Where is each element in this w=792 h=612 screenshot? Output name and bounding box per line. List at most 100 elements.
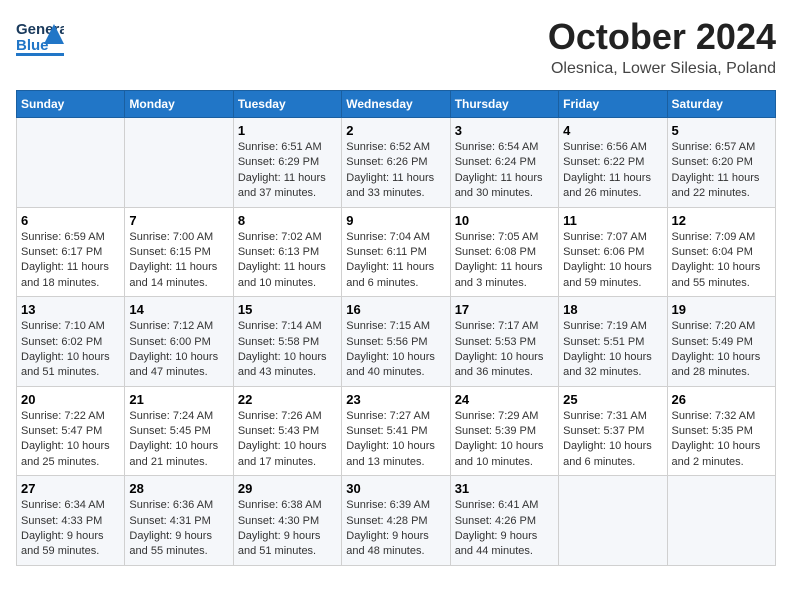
cell-content: Sunrise: 6:41 AM Sunset: 4:26 PM Dayligh… [455, 498, 554, 560]
cell-content: Sunrise: 7:15 AM Sunset: 5:56 PM Dayligh… [346, 319, 445, 381]
calendar-cell: 5Sunrise: 6:57 AM Sunset: 6:20 PM Daylig… [667, 118, 775, 208]
calendar-cell [559, 476, 667, 566]
calendar-cell: 28Sunrise: 6:36 AM Sunset: 4:31 PM Dayli… [125, 476, 233, 566]
cell-content: Sunrise: 6:54 AM Sunset: 6:24 PM Dayligh… [455, 140, 554, 202]
day-number: 25 [563, 392, 662, 407]
cell-content: Sunrise: 7:09 AM Sunset: 6:04 PM Dayligh… [672, 230, 771, 292]
calendar-cell: 31 Sunrise: 6:41 AM Sunset: 4:26 PM Dayli… [450, 476, 558, 566]
day-number: 14 [129, 302, 228, 317]
calendar-cell [667, 476, 775, 566]
cell-content: Sunrise: 7:10 AM Sunset: 6:02 PM Dayligh… [21, 319, 120, 381]
week-row-1: 1Sunrise: 6:51 AM Sunset: 6:29 PM Daylig… [17, 118, 776, 208]
cell-content: Sunrise: 7:12 AM Sunset: 6:00 PM Dayligh… [129, 319, 228, 381]
cell-content: Sunrise: 7:19 AM Sunset: 5:51 PM Dayligh… [563, 319, 662, 381]
calendar-cell: 15 Sunrise: 7:14 AM Sunset: 5:58 PM Dayli… [233, 297, 341, 387]
calendar-cell: 27 Sunrise: 6:34 AM Sunset: 4:33 PM Dayli… [17, 476, 125, 566]
title-block: October 2024 Olesnica, Lower Silesia, Po… [548, 16, 776, 78]
calendar-cell: 4 Sunrise: 6:56 AM Sunset: 6:22 PM Daylig… [559, 118, 667, 208]
cell-content: Sunrise: 7:22 AM Sunset: 5:47 PM Dayligh… [21, 409, 120, 471]
calendar-cell: 24Sunrise: 7:29 AM Sunset: 5:39 PM Dayli… [450, 386, 558, 476]
calendar-cell: 13 Sunrise: 7:10 AM Sunset: 6:02 PM Dayli… [17, 297, 125, 387]
cell-content: Sunrise: 7:00 AM Sunset: 6:15 PM Dayligh… [129, 230, 228, 292]
logo-icon: General Blue [16, 16, 64, 60]
calendar-table: SundayMondayTuesdayWednesdayThursdayFrid… [16, 90, 776, 566]
cell-content: Sunrise: 6:38 AM Sunset: 4:30 PM Dayligh… [238, 498, 337, 560]
svg-text:Blue: Blue [16, 37, 49, 54]
day-number: 18 [563, 302, 662, 317]
cell-content: Sunrise: 7:32 AM Sunset: 5:35 PM Dayligh… [672, 409, 771, 471]
cell-content: Sunrise: 7:26 AM Sunset: 5:43 PM Dayligh… [238, 409, 337, 471]
cell-content: Sunrise: 6:59 AM Sunset: 6:17 PM Dayligh… [21, 230, 120, 292]
calendar-cell: 7 Sunrise: 7:00 AM Sunset: 6:15 PM Daylig… [125, 207, 233, 297]
calendar-cell: 10 Sunrise: 7:05 AM Sunset: 6:08 PM Dayli… [450, 207, 558, 297]
day-number: 23 [346, 392, 445, 407]
calendar-cell: 19 Sunrise: 7:20 AM Sunset: 5:49 PM Dayli… [667, 297, 775, 387]
cell-content: Sunrise: 7:20 AM Sunset: 5:49 PM Dayligh… [672, 319, 771, 381]
day-number: 12 [672, 213, 771, 228]
header-cell-sunday: Sunday [17, 91, 125, 118]
calendar-cell: 21 Sunrise: 7:24 AM Sunset: 5:45 PM Dayli… [125, 386, 233, 476]
calendar-cell: 23 Sunrise: 7:27 AM Sunset: 5:41 PM Dayli… [342, 386, 450, 476]
day-number: 27 [21, 481, 120, 496]
week-row-4: 20Sunrise: 7:22 AM Sunset: 5:47 PM Dayli… [17, 386, 776, 476]
day-number: 6 [21, 213, 120, 228]
day-number: 29 [238, 481, 337, 496]
calendar-cell: 20Sunrise: 7:22 AM Sunset: 5:47 PM Dayli… [17, 386, 125, 476]
cell-content: Sunrise: 6:51 AM Sunset: 6:29 PM Dayligh… [238, 140, 337, 202]
day-number: 4 [563, 123, 662, 138]
day-number: 26 [672, 392, 771, 407]
month-title: October 2024 [548, 16, 776, 58]
calendar-cell: 12 Sunrise: 7:09 AM Sunset: 6:04 PM Dayli… [667, 207, 775, 297]
calendar-cell: 6 Sunrise: 6:59 AM Sunset: 6:17 PM Daylig… [17, 207, 125, 297]
calendar-cell: 8Sunrise: 7:02 AM Sunset: 6:13 PM Daylig… [233, 207, 341, 297]
week-row-5: 27 Sunrise: 6:34 AM Sunset: 4:33 PM Dayli… [17, 476, 776, 566]
cell-content: Sunrise: 6:52 AM Sunset: 6:26 PM Dayligh… [346, 140, 445, 202]
calendar-cell [17, 118, 125, 208]
day-number: 10 [455, 213, 554, 228]
day-number: 11 [563, 213, 662, 228]
day-number: 21 [129, 392, 228, 407]
day-number: 15 [238, 302, 337, 317]
day-number: 16 [346, 302, 445, 317]
day-number: 31 [455, 481, 554, 496]
cell-content: Sunrise: 7:17 AM Sunset: 5:53 PM Dayligh… [455, 319, 554, 381]
calendar-cell: 18 Sunrise: 7:19 AM Sunset: 5:51 PM Dayli… [559, 297, 667, 387]
cell-content: Sunrise: 7:27 AM Sunset: 5:41 PM Dayligh… [346, 409, 445, 471]
header-cell-monday: Monday [125, 91, 233, 118]
header-cell-wednesday: Wednesday [342, 91, 450, 118]
header-cell-friday: Friday [559, 91, 667, 118]
day-number: 9 [346, 213, 445, 228]
calendar-cell: 30 Sunrise: 6:39 AM Sunset: 4:28 PM Dayli… [342, 476, 450, 566]
day-number: 30 [346, 481, 445, 496]
cell-content: Sunrise: 6:34 AM Sunset: 4:33 PM Dayligh… [21, 498, 120, 560]
calendar-cell: 14 Sunrise: 7:12 AM Sunset: 6:00 PM Dayli… [125, 297, 233, 387]
cell-content: Sunrise: 7:05 AM Sunset: 6:08 PM Dayligh… [455, 230, 554, 292]
location-title: Olesnica, Lower Silesia, Poland [548, 60, 776, 78]
page-header: General Blue October 2024 Olesnica, Lowe… [16, 16, 776, 78]
cell-content: Sunrise: 6:56 AM Sunset: 6:22 PM Dayligh… [563, 140, 662, 202]
cell-content: Sunrise: 7:14 AM Sunset: 5:58 PM Dayligh… [238, 319, 337, 381]
cell-content: Sunrise: 7:24 AM Sunset: 5:45 PM Dayligh… [129, 409, 228, 471]
calendar-cell: 29 Sunrise: 6:38 AM Sunset: 4:30 PM Dayli… [233, 476, 341, 566]
day-number: 13 [21, 302, 120, 317]
calendar-cell: 3Sunrise: 6:54 AM Sunset: 6:24 PM Daylig… [450, 118, 558, 208]
cell-content: Sunrise: 7:31 AM Sunset: 5:37 PM Dayligh… [563, 409, 662, 471]
header-cell-saturday: Saturday [667, 91, 775, 118]
day-number: 17 [455, 302, 554, 317]
day-number: 28 [129, 481, 228, 496]
week-row-2: 6 Sunrise: 6:59 AM Sunset: 6:17 PM Daylig… [17, 207, 776, 297]
calendar-cell: 2 Sunrise: 6:52 AM Sunset: 6:26 PM Daylig… [342, 118, 450, 208]
day-number: 7 [129, 213, 228, 228]
calendar-cell: 26 Sunrise: 7:32 AM Sunset: 5:35 PM Dayli… [667, 386, 775, 476]
day-number: 24 [455, 392, 554, 407]
calendar-cell: 25 Sunrise: 7:31 AM Sunset: 5:37 PM Dayli… [559, 386, 667, 476]
day-number: 2 [346, 123, 445, 138]
day-number: 8 [238, 213, 337, 228]
cell-content: Sunrise: 7:07 AM Sunset: 6:06 PM Dayligh… [563, 230, 662, 292]
day-number: 5 [672, 123, 771, 138]
calendar-cell: 11 Sunrise: 7:07 AM Sunset: 6:06 PM Dayli… [559, 207, 667, 297]
cell-content: Sunrise: 6:39 AM Sunset: 4:28 PM Dayligh… [346, 498, 445, 560]
day-number: 19 [672, 302, 771, 317]
header-cell-tuesday: Tuesday [233, 91, 341, 118]
calendar-cell: 16 Sunrise: 7:15 AM Sunset: 5:56 PM Dayli… [342, 297, 450, 387]
